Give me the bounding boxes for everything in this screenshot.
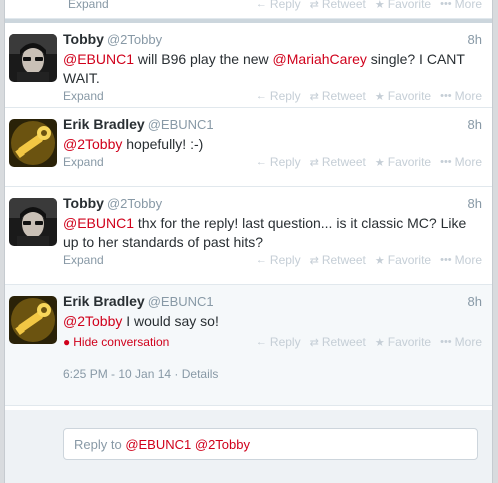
tweet-header: Erik Bradley @EBUNC1 bbox=[63, 116, 214, 132]
tweet-actions: ← Reply ⇄ Retweet ★ Favorite ••• More bbox=[256, 0, 482, 11]
retweet-action[interactable]: ⇄ Retweet bbox=[310, 253, 366, 267]
reply-action[interactable]: ← Reply bbox=[256, 0, 301, 11]
expand-link[interactable]: Expand bbox=[63, 253, 104, 267]
user-handle[interactable]: @2Tobby bbox=[107, 32, 162, 47]
user-name[interactable]: Tobby bbox=[63, 195, 104, 211]
more-dots-icon: ••• bbox=[440, 90, 452, 102]
conversation-panel: Expand ← Reply ⇄ Retweet ★ Favorite ••• More… bbox=[4, 0, 493, 483]
previous-tweet-footer: Expand ← Reply ⇄ Retweet ★ Favorite ••• More bbox=[5, 0, 492, 19]
favorite-action[interactable]: ★ Favorite bbox=[375, 0, 431, 11]
retweet-icon: ⇄ bbox=[309, 0, 319, 11]
more-dots-icon: ••• bbox=[440, 254, 452, 266]
tweet-header: Tobby @2Tobby bbox=[63, 195, 162, 211]
timestamp[interactable]: 8h bbox=[468, 117, 482, 132]
star-icon: ★ bbox=[374, 254, 385, 267]
mention-link[interactable]: @MariahCarey bbox=[273, 51, 367, 67]
hide-conversation-link[interactable]: ● Hide conversation bbox=[63, 335, 169, 349]
expand-link[interactable]: Expand bbox=[63, 155, 104, 169]
tweet-details[interactable]: 6:25 PM - 10 Jan 14 · Details bbox=[63, 367, 218, 381]
avatar-key-icon bbox=[9, 119, 57, 167]
speech-bubble-icon: ● bbox=[63, 335, 71, 349]
tweet-text: @EBUNC1 thx for the reply! last question… bbox=[63, 215, 467, 250]
star-icon: ★ bbox=[374, 0, 385, 11]
star-icon: ★ bbox=[374, 90, 385, 103]
focused-tweet[interactable]: Erik Bradley @EBUNC1 8h @2Tobby I would s… bbox=[5, 285, 492, 406]
mention-link[interactable]: @2Tobby bbox=[63, 136, 122, 152]
user-name[interactable]: Tobby bbox=[63, 31, 104, 47]
user-handle[interactable]: @2Tobby bbox=[107, 196, 162, 211]
tweet-header: Tobby @2Tobby bbox=[63, 31, 162, 47]
tweet-actions: ← Reply ⇄ Retweet ★ Favorite ••• More bbox=[256, 89, 482, 103]
more-action[interactable]: ••• More bbox=[440, 0, 482, 11]
more-action[interactable]: ••• More bbox=[440, 155, 482, 169]
tweet-actions: ← Reply ⇄ Retweet ★ Favorite ••• More bbox=[256, 155, 482, 169]
timestamp[interactable]: 8h bbox=[468, 196, 482, 211]
avatar-key-icon bbox=[9, 296, 57, 344]
reply-input[interactable]: Reply to @EBUNC1 @2Tobby bbox=[63, 428, 478, 460]
more-dots-icon: ••• bbox=[440, 336, 452, 348]
retweet-icon: ⇄ bbox=[309, 90, 319, 103]
tweet-actions: ← Reply ⇄ Retweet ★ Favorite ••• More bbox=[256, 253, 482, 267]
retweet-action[interactable]: ⇄ Retweet bbox=[310, 0, 366, 11]
user-handle[interactable]: @EBUNC1 bbox=[148, 117, 214, 132]
user-handle[interactable]: @EBUNC1 bbox=[148, 294, 214, 309]
favorite-action[interactable]: ★ Favorite bbox=[375, 253, 431, 267]
reply-action[interactable]: ← Reply bbox=[256, 89, 301, 103]
retweet-icon: ⇄ bbox=[309, 156, 319, 169]
favorite-action[interactable]: ★ Favorite bbox=[375, 155, 431, 169]
tweet[interactable]: Tobby @2Tobby 8h @EBUNC1 thx for the repl… bbox=[5, 187, 492, 285]
reply-area: Reply to @EBUNC1 @2Tobby bbox=[5, 410, 492, 483]
avatar-person-icon bbox=[9, 34, 57, 82]
tweet-text: @2Tobby hopefully! :-) bbox=[63, 136, 204, 152]
tweet-text: @2Tobby I would say so! bbox=[63, 313, 219, 329]
more-action[interactable]: ••• More bbox=[440, 253, 482, 267]
star-icon: ★ bbox=[374, 156, 385, 169]
reply-icon: ← bbox=[255, 90, 267, 102]
user-name[interactable]: Erik Bradley bbox=[63, 293, 145, 309]
favorite-action[interactable]: ★ Favorite bbox=[375, 89, 431, 103]
reply-action[interactable]: ← Reply bbox=[256, 253, 301, 267]
favorite-action[interactable]: ★ Favorite bbox=[375, 335, 431, 349]
retweet-action[interactable]: ⇄ Retweet bbox=[310, 335, 366, 349]
more-dots-icon: ••• bbox=[440, 0, 452, 10]
avatar[interactable] bbox=[9, 198, 57, 246]
reply-icon: ← bbox=[255, 0, 267, 10]
more-action[interactable]: ••• More bbox=[440, 89, 482, 103]
reply-action[interactable]: ← Reply bbox=[256, 335, 301, 349]
mention-link[interactable]: @EBUNC1 bbox=[63, 215, 134, 231]
tweet-header: Erik Bradley @EBUNC1 bbox=[63, 293, 214, 309]
more-dots-icon: ••• bbox=[440, 156, 452, 168]
mention-link[interactable]: @2Tobby bbox=[63, 313, 122, 329]
retweet-icon: ⇄ bbox=[309, 336, 319, 349]
tweet-text: @EBUNC1 will B96 play the new @MariahCar… bbox=[63, 51, 465, 86]
retweet-action[interactable]: ⇄ Retweet bbox=[310, 155, 366, 169]
user-name[interactable]: Erik Bradley bbox=[63, 116, 145, 132]
timestamp[interactable]: 8h bbox=[468, 32, 482, 47]
star-icon: ★ bbox=[374, 336, 385, 349]
avatar[interactable] bbox=[9, 296, 57, 344]
avatar-person-icon bbox=[9, 198, 57, 246]
tweet[interactable]: Erik Bradley @EBUNC1 8h @2Tobby hopefully… bbox=[5, 108, 492, 187]
mention-link[interactable]: @EBUNC1 bbox=[63, 51, 134, 67]
reply-icon: ← bbox=[255, 336, 267, 348]
reply-icon: ← bbox=[255, 156, 267, 168]
retweet-action[interactable]: ⇄ Retweet bbox=[310, 89, 366, 103]
retweet-icon: ⇄ bbox=[309, 254, 319, 267]
more-action[interactable]: ••• More bbox=[440, 335, 482, 349]
timestamp[interactable]: 8h bbox=[468, 294, 482, 309]
reply-icon: ← bbox=[255, 254, 267, 266]
expand-link[interactable]: Expand bbox=[68, 0, 109, 11]
tweet-actions: ← Reply ⇄ Retweet ★ Favorite ••• More bbox=[256, 335, 482, 349]
reply-action[interactable]: ← Reply bbox=[256, 155, 301, 169]
tweet[interactable]: Tobby @2Tobby 8h @EBUNC1 will B96 play th… bbox=[5, 23, 492, 108]
avatar[interactable] bbox=[9, 34, 57, 82]
avatar[interactable] bbox=[9, 119, 57, 167]
expand-link[interactable]: Expand bbox=[63, 89, 104, 103]
